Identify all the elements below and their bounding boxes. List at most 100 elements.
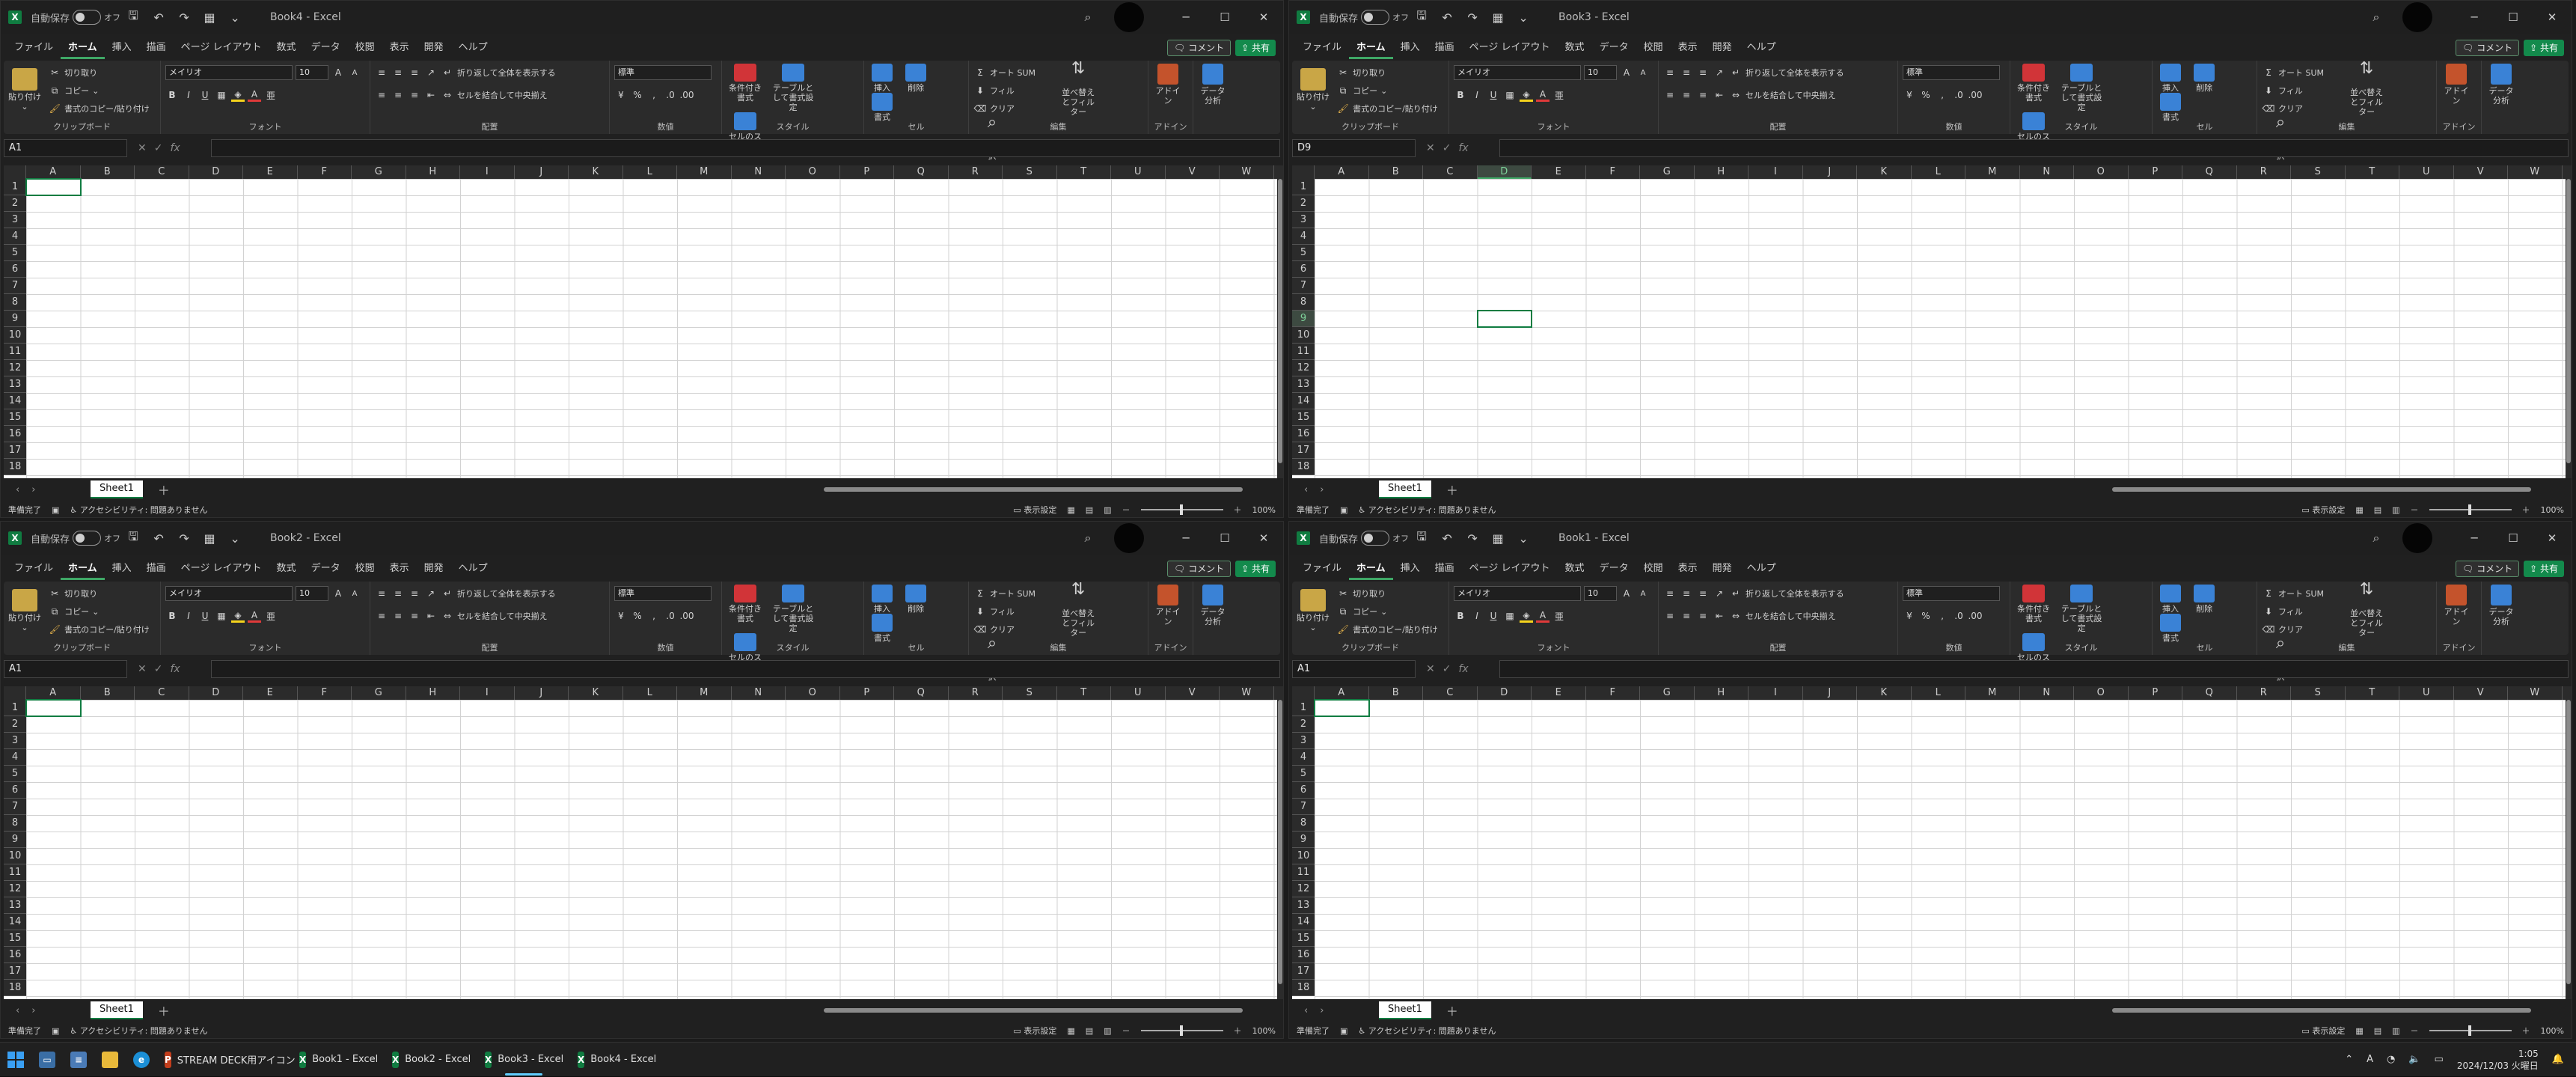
insert-cells-button[interactable]: 挿入 xyxy=(2157,585,2184,614)
save-icon[interactable]: 🖫 xyxy=(120,1,146,34)
clear-button[interactable]: ⌫ クリア xyxy=(2262,620,2344,638)
customize-qat-icon[interactable]: ⌄ xyxy=(222,522,248,555)
ribbon-tab[interactable]: ページ レイアウト xyxy=(174,558,269,580)
align-middle-icon[interactable]: ≡ xyxy=(391,66,405,79)
maximize-button[interactable]: ☐ xyxy=(2494,1,2533,34)
column-header[interactable]: J xyxy=(515,165,569,179)
sheet-tab[interactable]: Sheet1 xyxy=(1379,480,1431,498)
zoom-in-icon[interactable]: ＋ xyxy=(1234,504,1242,516)
close-button[interactable]: ✕ xyxy=(1244,1,1283,34)
row-header[interactable]: 3 xyxy=(4,212,26,228)
font-name-select[interactable]: メイリオ xyxy=(165,65,293,80)
decrease-decimal-icon[interactable]: .00 xyxy=(1968,609,1982,623)
column-header[interactable]: N xyxy=(732,165,786,179)
avatar[interactable] xyxy=(1114,2,1144,32)
accessibility-status[interactable]: ♿ アクセシビリティ: 問題ありません xyxy=(1358,1025,1496,1037)
decrease-font-icon[interactable]: A xyxy=(1636,66,1650,79)
delete-cells-button[interactable]: 削除 xyxy=(2191,64,2218,93)
ribbon-tab[interactable]: 挿入 xyxy=(1393,37,1428,59)
ribbon-tab[interactable]: ファイル xyxy=(7,37,61,59)
wrap-text-button[interactable]: 折り返して全体を表示する xyxy=(457,588,556,599)
column-header[interactable]: D xyxy=(1478,686,1532,700)
save-icon[interactable]: 🖫 xyxy=(1409,1,1434,34)
toggle-switch[interactable] xyxy=(1361,10,1390,25)
fill-color-icon[interactable]: ◈ xyxy=(1520,609,1533,623)
notepad-button[interactable]: ≡ xyxy=(63,1043,94,1077)
column-header[interactable]: W xyxy=(2508,686,2563,700)
column-header[interactable]: M xyxy=(1965,686,2020,700)
row-header[interactable]: 6 xyxy=(4,782,26,799)
chevron-left-icon[interactable]: ‹ xyxy=(16,1005,19,1016)
increase-font-icon[interactable]: A xyxy=(331,587,345,600)
add-sheet-icon[interactable]: ＋ xyxy=(158,1001,170,1019)
column-header[interactable]: N xyxy=(2020,686,2074,700)
column-header[interactable]: W xyxy=(2508,165,2563,179)
row-header[interactable]: 7 xyxy=(1292,799,1315,815)
ribbon-tab[interactable]: 挿入 xyxy=(105,558,139,580)
ribbon-tab[interactable]: 校閲 xyxy=(1636,558,1671,580)
row-header[interactable]: 6 xyxy=(1292,782,1315,799)
row-header[interactable]: 10 xyxy=(4,848,26,864)
column-header[interactable]: N xyxy=(2020,165,2074,179)
column-header[interactable]: O xyxy=(786,165,840,179)
orientation-icon[interactable]: ↗ xyxy=(424,66,438,79)
font-name-select[interactable]: メイリオ xyxy=(165,586,293,601)
phonetic-icon[interactable]: 亜 xyxy=(1552,609,1566,623)
comma-icon[interactable]: , xyxy=(1936,88,1949,102)
enter-icon[interactable]: ✓ xyxy=(1443,142,1451,154)
insert-cells-button[interactable]: 挿入 xyxy=(2157,64,2184,93)
format-cells-button[interactable]: 書式 xyxy=(869,614,896,643)
chevron-left-icon[interactable]: ‹ xyxy=(1304,484,1308,495)
share-button[interactable]: ⇪ 共有 xyxy=(2524,40,2564,56)
percent-icon[interactable]: % xyxy=(1919,88,1933,102)
row-header[interactable]: 17 xyxy=(1292,963,1315,980)
number-format-select[interactable]: 標準 xyxy=(614,586,712,601)
add-sheet-icon[interactable]: ＋ xyxy=(1446,480,1458,498)
ribbon-tab[interactable]: ヘルプ xyxy=(1740,558,1784,580)
increase-decimal-icon[interactable]: .0 xyxy=(1952,88,1965,102)
page-break-view-icon[interactable]: ▥ xyxy=(2392,505,2399,515)
row-header[interactable]: 7 xyxy=(4,278,26,294)
format-painter-button[interactable]: 🖌 書式のコピー/貼り付け xyxy=(48,620,149,638)
macro-record-icon[interactable]: ▣ xyxy=(52,1026,59,1036)
normal-view-icon[interactable]: ▦ xyxy=(1067,505,1074,515)
clock[interactable]: 1:05 2024/12/03 火曜日 xyxy=(2457,1048,2539,1072)
row-header[interactable]: 17 xyxy=(4,963,26,980)
decrease-font-icon[interactable]: A xyxy=(1636,587,1650,600)
select-all-corner[interactable] xyxy=(4,686,26,700)
align-bottom-icon[interactable]: ≡ xyxy=(408,587,421,600)
chevron-right-icon[interactable]: › xyxy=(31,484,35,495)
borders-icon[interactable]: ▦ xyxy=(215,609,228,623)
name-box[interactable]: A1 xyxy=(1292,660,1416,678)
comma-icon[interactable]: , xyxy=(647,609,661,623)
orientation-icon[interactable]: ↗ xyxy=(424,587,438,600)
sort-filter-button[interactable]: ⇅ 並べ替えとフィルター xyxy=(1059,582,1097,638)
ribbon-tab[interactable]: 数式 xyxy=(269,558,304,580)
column-header[interactable]: M xyxy=(677,686,732,700)
number-format-select[interactable]: 標準 xyxy=(1903,586,2000,601)
paste-button[interactable]: 貼り付け ⌄ xyxy=(8,589,41,632)
column-header[interactable]: I xyxy=(460,686,515,700)
row-header[interactable]: 16 xyxy=(4,426,26,442)
toggle-switch[interactable] xyxy=(73,10,102,25)
row-header[interactable]: 8 xyxy=(4,294,26,311)
page-layout-view-icon[interactable]: ▤ xyxy=(1086,1026,1093,1036)
page-break-view-icon[interactable]: ▥ xyxy=(2392,1026,2399,1036)
align-middle-icon[interactable]: ≡ xyxy=(1680,587,1693,600)
macro-record-icon[interactable]: ▣ xyxy=(1340,1026,1347,1036)
align-middle-icon[interactable]: ≡ xyxy=(1680,66,1693,79)
phonetic-icon[interactable]: 亜 xyxy=(1552,88,1566,102)
row-header[interactable]: 11 xyxy=(1292,864,1315,881)
underline-button[interactable]: U xyxy=(198,88,212,102)
orientation-icon[interactable]: ↗ xyxy=(1713,66,1726,79)
currency-icon[interactable]: ¥ xyxy=(1903,609,1916,623)
bold-button[interactable]: B xyxy=(165,609,179,623)
accessibility-status[interactable]: ♿ アクセシビリティ: 問題ありません xyxy=(70,504,207,516)
cells-area[interactable] xyxy=(26,179,1277,478)
format-cells-button[interactable]: 書式 xyxy=(2157,614,2184,643)
comment-button[interactable]: 🗨 コメント xyxy=(2456,40,2520,56)
ribbon-tab[interactable]: ページ レイアウト xyxy=(174,37,269,59)
column-header[interactable]: T xyxy=(2346,686,2399,700)
row-header[interactable]: 10 xyxy=(4,327,26,344)
column-header[interactable]: L xyxy=(623,686,677,700)
